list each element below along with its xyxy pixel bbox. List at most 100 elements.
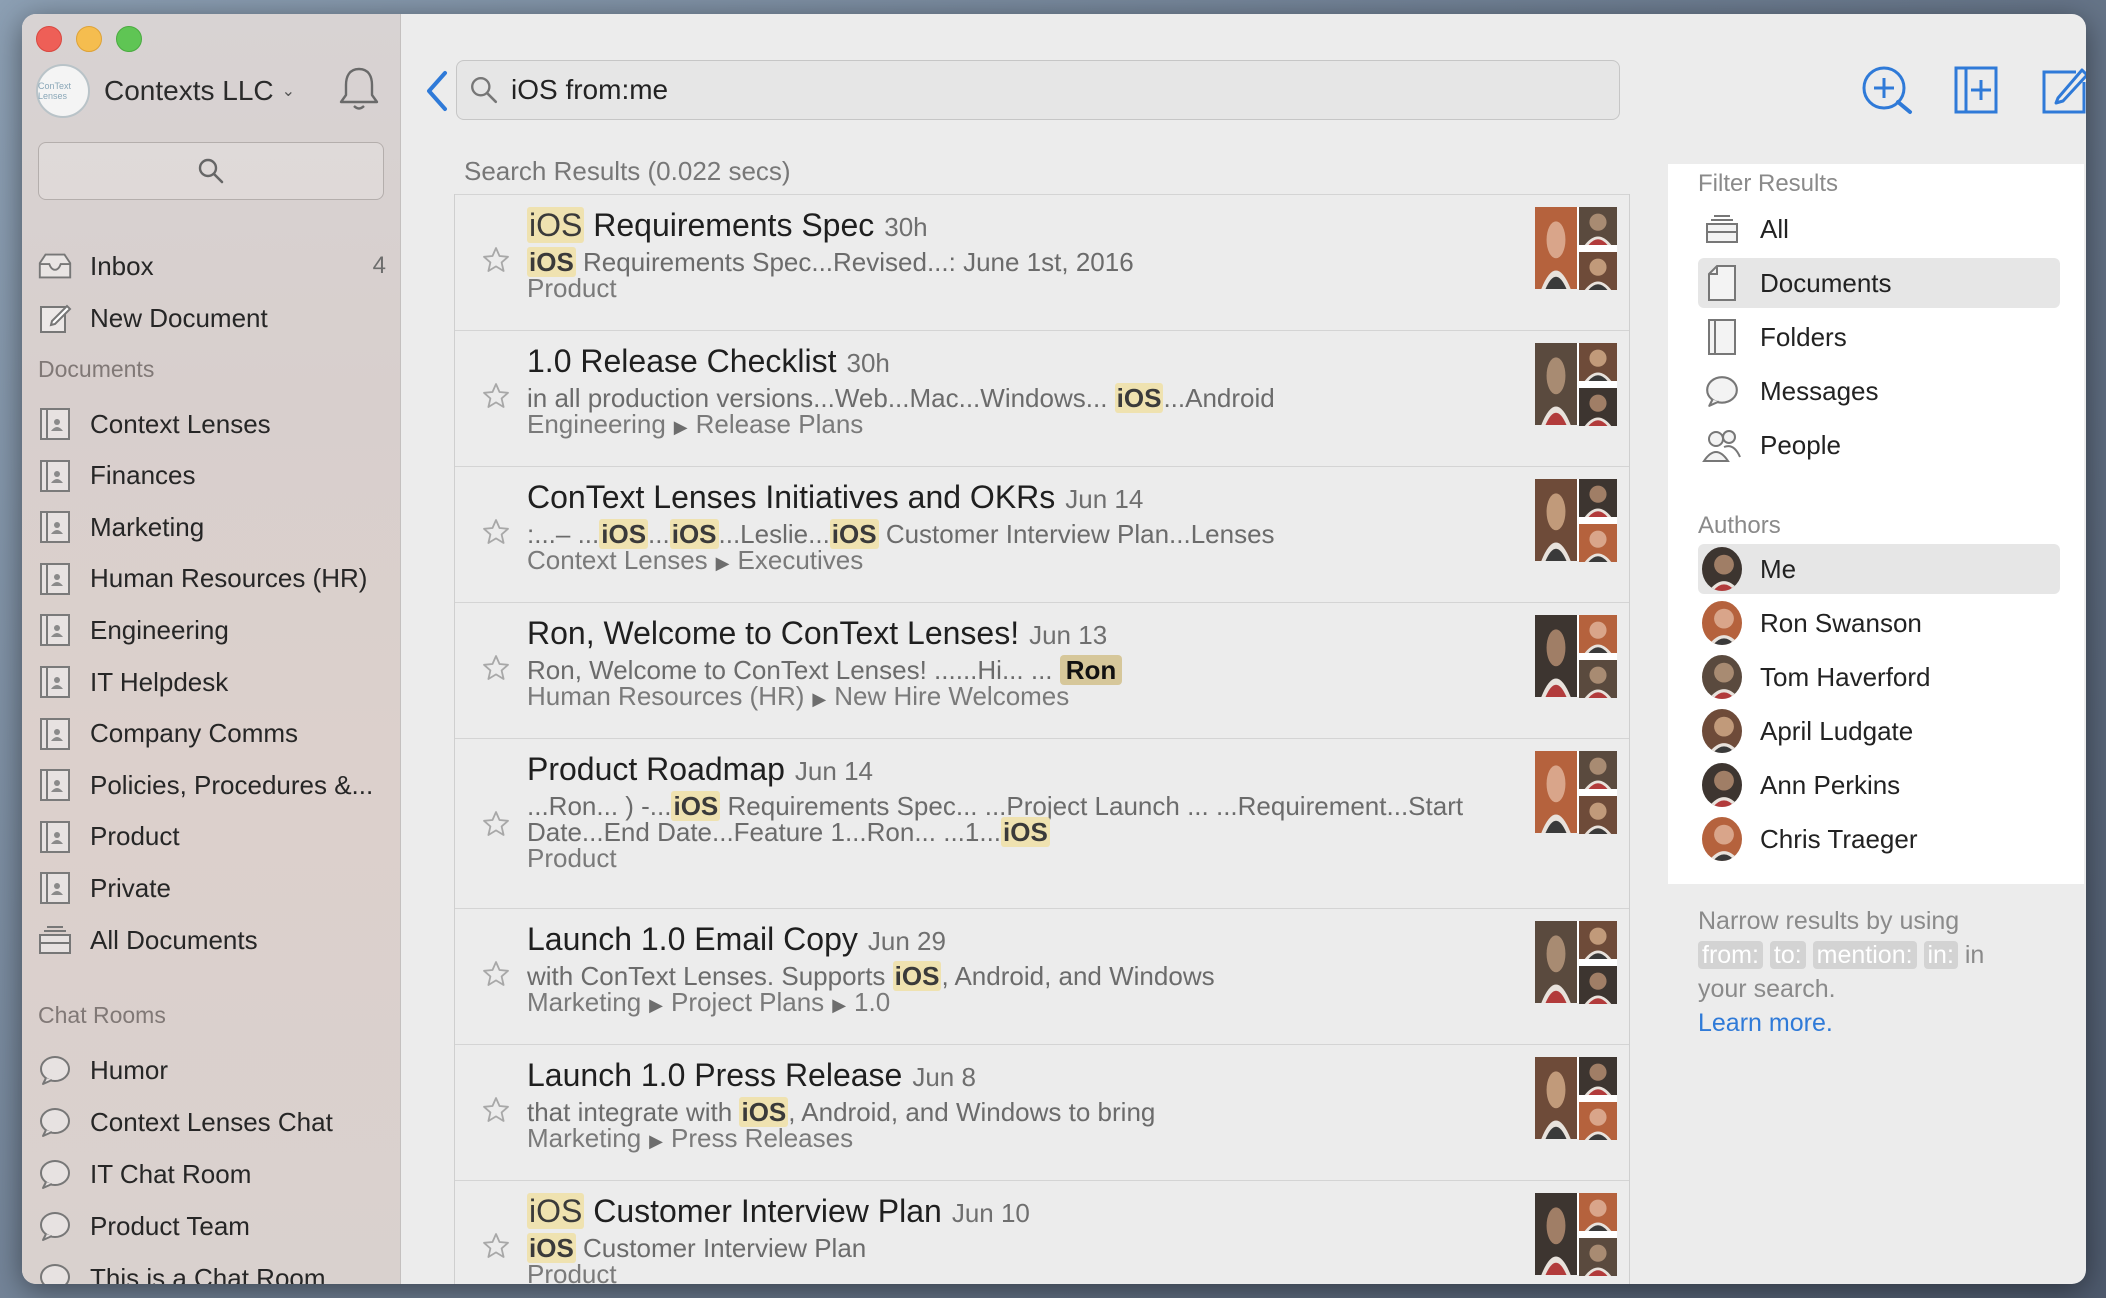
- result-date: Jun 14: [1065, 484, 1144, 514]
- snippet-text: Customer Interview Plan...Lenses: [878, 519, 1275, 549]
- result-title[interactable]: ConText Lenses Initiatives and OKRs Jun 1…: [527, 479, 1143, 516]
- sidebar-item-policies-procedures[interactable]: Policies, Procedures &...: [36, 763, 386, 807]
- author-name: Ann Perkins: [1760, 769, 1901, 800]
- sidebar-item-this-is-a-chat-room[interactable]: This is a Chat Room: [36, 1256, 386, 1284]
- star-icon[interactable]: [481, 653, 511, 688]
- close-window-button[interactable]: [36, 26, 62, 52]
- chat-bubble-icon: [36, 1156, 74, 1192]
- authors-header: Authors: [1698, 512, 1781, 539]
- sidebar-item-label: All Documents: [90, 924, 258, 955]
- org-logo: ConText Lenses: [36, 64, 90, 118]
- sidebar-item-new-document[interactable]: New Document: [36, 296, 386, 340]
- result-title[interactable]: iOS Requirements Spec 30h: [527, 207, 928, 244]
- star-icon[interactable]: [481, 959, 511, 994]
- result-title-text: Launch 1.0 Press Release: [527, 1057, 903, 1093]
- learn-more-link[interactable]: Learn more.: [1698, 1006, 2068, 1040]
- result-row[interactable]: Ron, Welcome to ConText Lenses! Jun 13 Ron…: [455, 602, 1629, 739]
- search-input[interactable]: [509, 73, 1593, 107]
- sidebar-search-button[interactable]: [38, 142, 384, 200]
- avatar: [1579, 966, 1617, 1009]
- author-ann-perkins[interactable]: Ann Perkins: [1698, 760, 2060, 810]
- result-title[interactable]: Ron, Welcome to ConText Lenses! Jun 13: [527, 615, 1107, 652]
- result-title[interactable]: 1.0 Release Checklist 30h: [527, 343, 890, 380]
- result-row[interactable]: 1.0 Release Checklist 30h in all productio…: [455, 330, 1629, 467]
- star-icon[interactable]: [481, 809, 511, 844]
- star-icon[interactable]: [481, 1231, 511, 1266]
- sidebar-item-it-helpdesk[interactable]: IT Helpdesk: [36, 660, 386, 704]
- hint-after-keywords: in: [1964, 941, 1985, 969]
- sidebar-item-human-resources-hr[interactable]: Human Resources (HR): [36, 557, 386, 601]
- result-row[interactable]: Launch 1.0 Email Copy Jun 29 with ConText …: [455, 908, 1629, 1045]
- breadcrumb-arrow-icon: ▶: [715, 553, 730, 573]
- avatar: [1535, 343, 1577, 431]
- author-tom-haverford[interactable]: Tom Haverford: [1698, 652, 2060, 702]
- filter-people[interactable]: People: [1698, 420, 2060, 470]
- avatar: [1702, 763, 1742, 807]
- sidebar-item-humor[interactable]: Humor: [36, 1048, 386, 1092]
- sidebar-item-it-chat-room[interactable]: IT Chat Room: [36, 1152, 386, 1196]
- minimize-window-button[interactable]: [76, 26, 102, 52]
- sidebar-item-label: Inbox: [90, 250, 154, 281]
- sidebar-item-label: Company Comms: [90, 718, 299, 749]
- sidebar-item-marketing[interactable]: Marketing: [36, 505, 386, 549]
- add-document-icon[interactable]: [1952, 64, 2000, 121]
- author-avatar: [1702, 817, 1742, 861]
- org-switcher[interactable]: ConText Lenses Contexts LLC ⌄: [36, 64, 386, 118]
- result-path: Engineering ▶ Release Plans: [527, 409, 863, 440]
- result-title[interactable]: Launch 1.0 Email Copy Jun 29: [527, 921, 946, 958]
- sidebar-item-all-documents[interactable]: All Documents: [36, 918, 386, 962]
- back-chevron-icon[interactable]: [424, 70, 450, 117]
- result-title[interactable]: iOS Customer Interview Plan Jun 10: [527, 1193, 1030, 1230]
- result-row[interactable]: iOS Customer Interview Plan Jun 10 iOS Cus…: [455, 1180, 1629, 1284]
- search-term-highlight: iOS: [892, 961, 942, 991]
- result-row[interactable]: Launch 1.0 Press Release Jun 8 that integr…: [455, 1044, 1629, 1181]
- filter-documents[interactable]: Documents: [1698, 258, 2060, 308]
- zoom-in-icon[interactable]: [1860, 64, 1916, 121]
- result-row[interactable]: Product Roadmap Jun 14 ...Ron... ) -...iOS…: [455, 738, 1629, 909]
- sidebar-item-inbox[interactable]: Inbox 4: [36, 244, 386, 288]
- bell-icon[interactable]: [336, 65, 382, 118]
- folder-icon: [36, 509, 74, 545]
- avatar: [1535, 1057, 1577, 1145]
- author-name: Ron Swanson: [1760, 607, 1922, 638]
- avatar: [1579, 1238, 1617, 1281]
- result-row[interactable]: iOS Requirements Spec 30h iOS Requirements…: [455, 194, 1629, 331]
- sidebar-item-private[interactable]: Private: [36, 866, 386, 910]
- folder-icon: [36, 406, 74, 442]
- chat-bubble-icon: [36, 1052, 74, 1088]
- avatar: [1579, 796, 1617, 839]
- sidebar-item-engineering[interactable]: Engineering: [36, 608, 386, 652]
- star-icon[interactable]: [481, 245, 511, 280]
- avatar: [1702, 709, 1742, 753]
- sidebar-item-product[interactable]: Product: [36, 815, 386, 859]
- breadcrumb-arrow-icon: ▶: [649, 995, 663, 1015]
- author-april-ludgate[interactable]: April Ludgate: [1698, 706, 2060, 756]
- star-icon[interactable]: [481, 517, 511, 552]
- result-title[interactable]: Launch 1.0 Press Release Jun 8: [527, 1057, 976, 1094]
- result-row[interactable]: ConText Lenses Initiatives and OKRs Jun 1…: [455, 466, 1629, 603]
- filter-all[interactable]: All: [1698, 204, 2060, 254]
- result-title[interactable]: Product Roadmap Jun 14: [527, 751, 873, 788]
- author-me[interactable]: Me: [1698, 544, 2060, 594]
- author-chris-traeger[interactable]: Chris Traeger: [1698, 814, 2060, 864]
- search-hint: Narrow results by using from: to: mentio…: [1698, 904, 2068, 1040]
- compose-icon[interactable]: [2040, 64, 2086, 121]
- filter-folders[interactable]: Folders: [1698, 312, 2060, 362]
- sidebar-item-finances[interactable]: Finances: [36, 454, 386, 498]
- participant-avatars: [1535, 921, 1617, 1004]
- search-field[interactable]: [456, 60, 1620, 120]
- sidebar-item-context-lenses-chat[interactable]: Context Lenses Chat: [36, 1100, 386, 1144]
- snippet-text: Requirements Spec...Revised...: June 1st…: [575, 247, 1134, 277]
- sidebar-item-product-team[interactable]: Product Team: [36, 1204, 386, 1248]
- inbox-icon: [36, 248, 74, 284]
- maximize-window-button[interactable]: [116, 26, 142, 52]
- star-icon[interactable]: [481, 1095, 511, 1130]
- star-icon[interactable]: [481, 381, 511, 416]
- filter-messages[interactable]: Messages: [1698, 366, 2060, 416]
- filter-label: All: [1760, 213, 1789, 244]
- sidebar-item-context-lenses[interactable]: Context Lenses: [36, 402, 386, 446]
- avatar: [1535, 921, 1577, 1009]
- sidebar-item-company-comms[interactable]: Company Comms: [36, 712, 386, 756]
- path-segment: Release Plans: [695, 409, 864, 439]
- author-ron-swanson[interactable]: Ron Swanson: [1698, 598, 2060, 648]
